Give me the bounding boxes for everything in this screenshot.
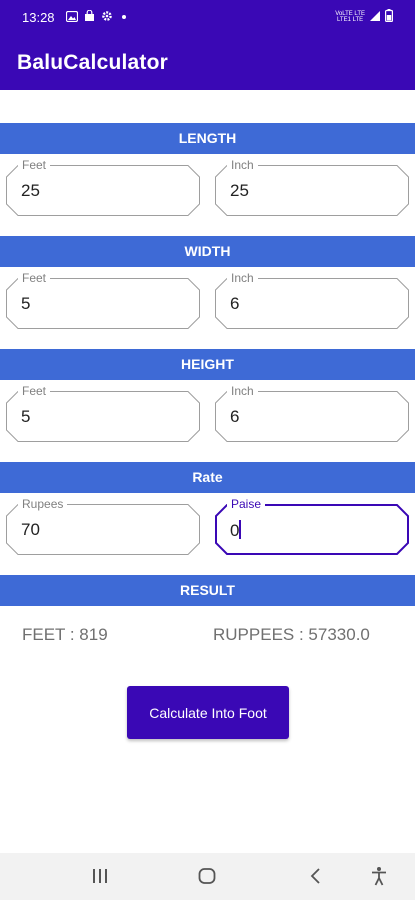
- width-inch-field[interactable]: Inch 6: [215, 271, 409, 329]
- network-indicator: VoLTE LTE LTE1 LTE: [335, 11, 365, 23]
- rate-paise-input[interactable]: 0: [230, 520, 242, 541]
- accessibility-icon[interactable]: [369, 866, 389, 891]
- width-inch-value[interactable]: 6: [230, 294, 239, 314]
- bag-icon: [84, 9, 95, 25]
- back-icon[interactable]: [306, 866, 326, 891]
- status-time: 13:28: [22, 10, 55, 25]
- width-feet-label: Feet: [18, 271, 51, 285]
- height-feet-label: Feet: [18, 384, 51, 398]
- rate-paise-value[interactable]: 0: [230, 521, 239, 540]
- network-line-2: LTE1 LTE: [337, 17, 364, 23]
- home-icon[interactable]: [197, 866, 217, 891]
- navigation-bar: [0, 853, 415, 900]
- height-feet-field[interactable]: Feet 5: [6, 384, 200, 442]
- app-title: BaluCalculator: [17, 51, 168, 74]
- battery-icon: [385, 9, 394, 25]
- status-bar: 13:28 VoLTE LTE LTE1 LTE: [0, 0, 415, 35]
- dot-icon: [119, 10, 129, 25]
- rate-rupees-value[interactable]: 70: [21, 520, 40, 540]
- width-feet-field[interactable]: Feet 5: [6, 271, 200, 329]
- section-header-height: HEIGHT: [0, 349, 415, 380]
- length-feet-field[interactable]: Feet 25: [6, 158, 200, 216]
- image-icon: [65, 10, 79, 25]
- app-bar: BaluCalculator: [0, 35, 415, 90]
- status-right-icons: VoLTE LTE LTE1 LTE: [335, 9, 394, 25]
- section-header-rate: Rate: [0, 462, 415, 493]
- width-feet-value[interactable]: 5: [21, 294, 30, 314]
- length-inch-field[interactable]: Inch 25: [215, 158, 409, 216]
- height-inch-label: Inch: [227, 384, 258, 398]
- text-cursor: [239, 520, 242, 539]
- section-header-length: LENGTH: [0, 123, 415, 154]
- section-header-width: WIDTH: [0, 236, 415, 267]
- length-inch-value[interactable]: 25: [230, 181, 249, 201]
- rate-rupees-field[interactable]: Rupees 70: [6, 497, 200, 555]
- length-inch-label: Inch: [227, 158, 258, 172]
- gear-icon: [101, 10, 113, 25]
- length-feet-label: Feet: [18, 158, 51, 172]
- signal-icon: [369, 10, 381, 25]
- section-header-result: RESULT: [0, 575, 415, 606]
- status-left-icons: [65, 9, 129, 25]
- width-inch-label: Inch: [227, 271, 258, 285]
- rate-rupees-label: Rupees: [18, 497, 68, 511]
- calculate-button[interactable]: Calculate Into Foot: [127, 686, 289, 739]
- height-inch-field[interactable]: Inch 6: [215, 384, 409, 442]
- height-inch-value[interactable]: 6: [230, 407, 239, 427]
- rate-paise-field[interactable]: Paise 0: [215, 497, 409, 555]
- recent-apps-icon[interactable]: [90, 866, 110, 891]
- height-feet-value[interactable]: 5: [21, 407, 30, 427]
- rate-paise-label: Paise: [227, 497, 266, 511]
- result-feet: FEET : 819: [22, 625, 108, 644]
- length-feet-value[interactable]: 25: [21, 181, 40, 201]
- result-rupees: RUPPEES : 57330.0: [213, 625, 370, 644]
